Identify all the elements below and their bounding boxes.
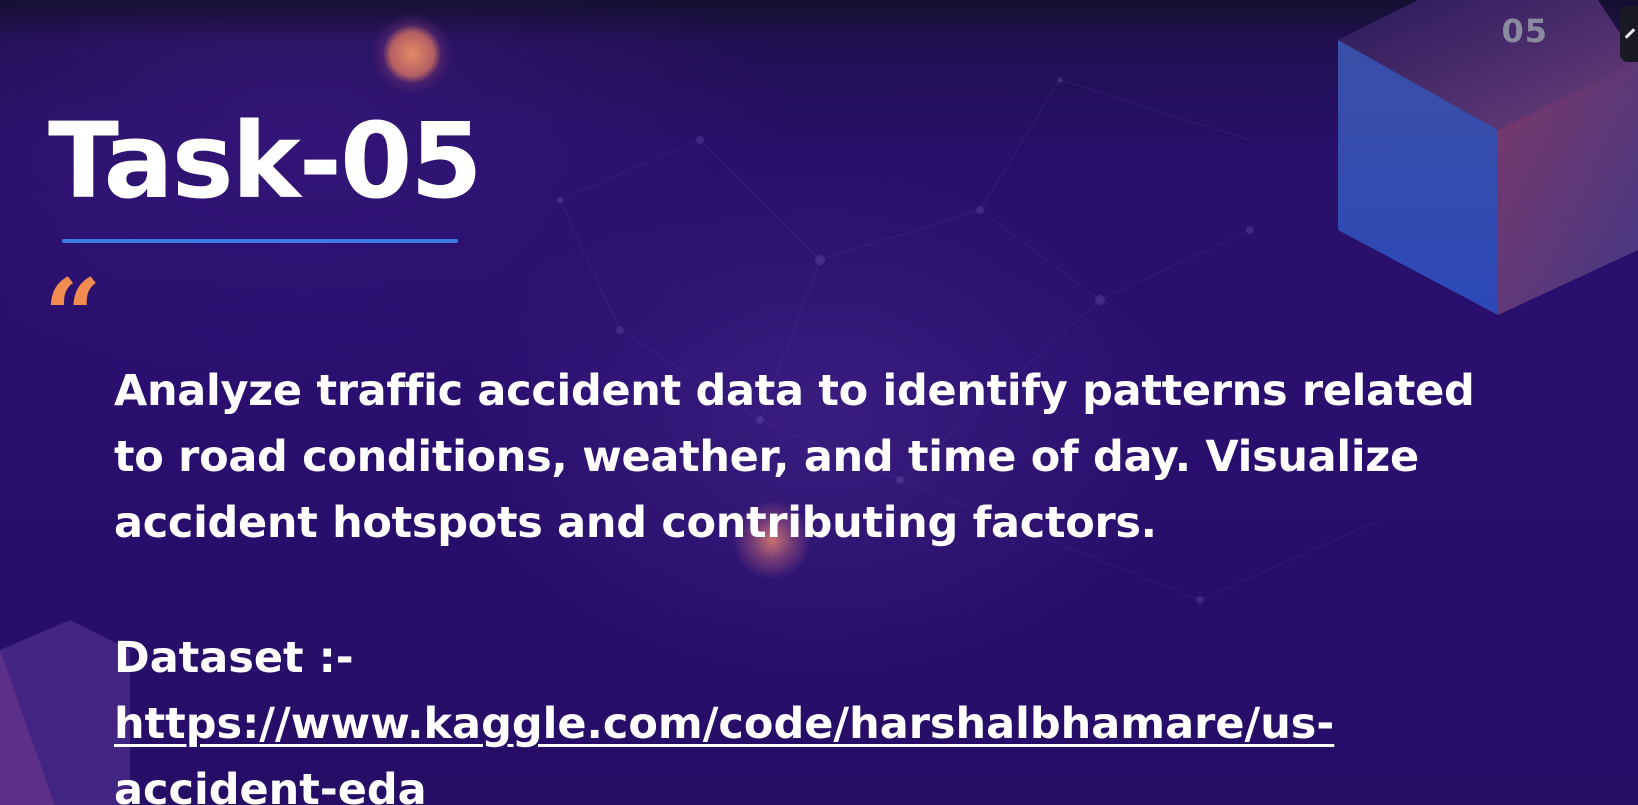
task-description: Analyze traffic accident data to identif… [114, 358, 1514, 556]
resize-handle-icon[interactable] [1620, 6, 1638, 62]
dataset-link[interactable]: https://www.kaggle.com/code/harshalbhama… [114, 691, 1364, 805]
presentation-slide: 05 Task-05 “ Analyze traffic accident da… [0, 0, 1638, 805]
slide-title: Task-05 [48, 100, 483, 222]
open-quote-icon: “ [44, 257, 102, 375]
handle-mark [1624, 28, 1636, 39]
slide-number: 05 [1501, 12, 1548, 50]
title-underline [62, 239, 458, 243]
orb-decoration-top [372, 14, 452, 94]
dataset-label: Dataset :- [114, 633, 354, 683]
shape-decoration-bottom-left [0, 620, 130, 805]
cube-decoration-icon [1338, 0, 1638, 315]
task-description-text: Analyze traffic accident data to identif… [114, 366, 1475, 548]
